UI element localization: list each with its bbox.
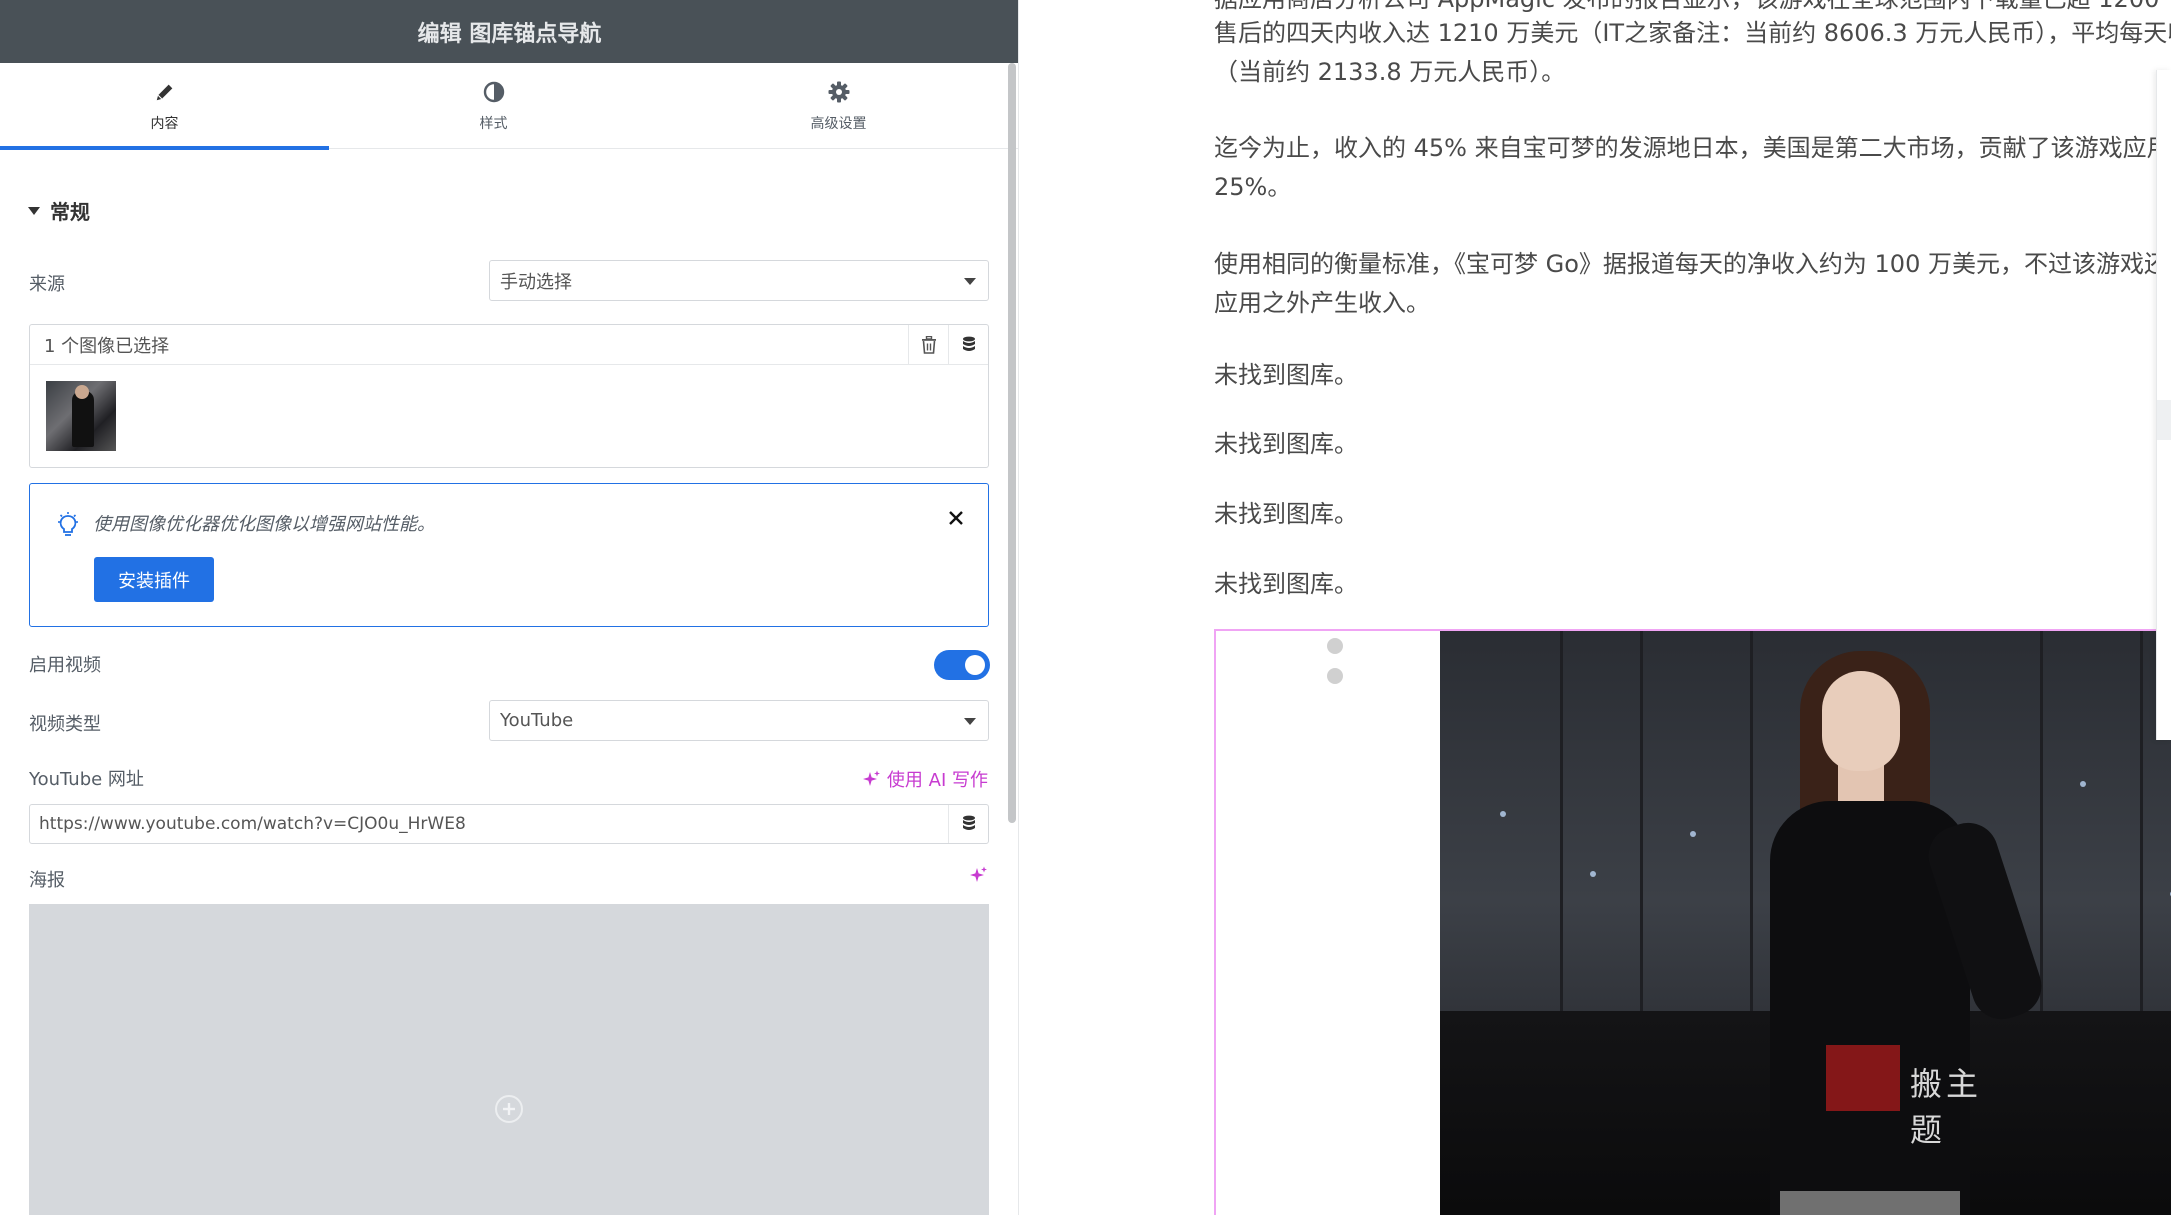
tab-advanced-label: 高级设置 — [810, 116, 867, 132]
close-icon — [949, 511, 963, 525]
panel-scrollbar[interactable] — [1008, 63, 1016, 823]
gallery-photo[interactable]: 搬主题 — [1440, 631, 2171, 1215]
plus-icon — [495, 1095, 523, 1123]
database-icon — [962, 336, 975, 351]
section-general-toggle[interactable]: 常规 — [28, 196, 90, 225]
city-light — [1500, 811, 1506, 817]
notice-close-button[interactable] — [944, 506, 968, 530]
lightbulb-icon — [56, 512, 80, 542]
article-line: 25%。 — [1214, 173, 1292, 201]
database-icon — [962, 815, 975, 830]
gallery-bar: 1 个图像已选择 — [30, 325, 988, 365]
youtube-url-label: YouTube 网址 — [29, 769, 144, 790]
article-line: 使用相同的衡量标准，《宝可梦 Go》据报道每天的净收入约为 100 万美元，不过… — [1214, 250, 2168, 278]
section-title: 常规 — [50, 200, 90, 224]
optimizer-notice: 使用图像优化器优化图像以增强网站性能。 安装插件 — [29, 483, 989, 627]
thumbnail-figure — [72, 391, 94, 447]
watermark: 搬主题 — [1826, 1045, 2002, 1149]
video-type-select[interactable]: YouTube — [489, 700, 989, 741]
trash-icon — [921, 336, 936, 354]
panel-header: 编辑 图库锚点导航 — [0, 0, 1018, 63]
source-select[interactable]: 手动选择 — [489, 260, 989, 301]
youtube-url-input[interactable] — [30, 805, 948, 843]
source-label: 来源 — [29, 274, 65, 295]
contrast-icon — [481, 79, 507, 105]
pencil-icon — [152, 79, 178, 105]
tab-style-label: 样式 — [479, 116, 508, 132]
tab-content[interactable]: 内容 — [0, 63, 329, 150]
gallery-dynamic-tags-button[interactable] — [948, 325, 988, 365]
caret-down-icon — [28, 206, 40, 215]
editor-panel: 编辑 图库锚点导航 内容 样式 高级设置 常规 来源 手动选择 1 个图像已选择… — [0, 0, 1019, 1215]
tab-content-label: 内容 — [150, 116, 179, 132]
tab-advanced[interactable]: 高级设置 — [658, 63, 1018, 149]
gallery-not-found-text: 未找到图库。 — [1214, 361, 1358, 389]
poster-media-picker[interactable] — [29, 904, 989, 1215]
gallery-anchor-widget[interactable]: 搬主题 — [1214, 629, 2171, 1215]
ai-write-label: 使用 AI 写作 — [886, 770, 988, 791]
tab-style[interactable]: 样式 — [329, 63, 658, 149]
poster-label: 海报 — [29, 870, 65, 891]
gallery-not-found-text: 未找到图库。 — [1214, 500, 1358, 528]
anchor-nav-dot[interactable] — [1327, 668, 1343, 684]
anchor-nav-dot[interactable] — [1327, 638, 1343, 654]
video-type-select-value: YouTube — [500, 710, 574, 731]
side-panel-highlight — [2157, 400, 2171, 440]
article-line: 应用之外产生收入。 — [1214, 289, 1430, 317]
page-preview: 据应用商店分析公司 AppMagic 发布的报告显示，该游戏在全球范围内下载量已… — [1020, 0, 2171, 1215]
article-line: 售后的四天内收入达 1210 万美元（IT之家备注：当前约 8606.3 万元人… — [1214, 19, 2171, 47]
ai-write-button[interactable]: 使用 AI 写作 — [862, 766, 988, 792]
city-light — [2080, 781, 2086, 787]
gallery-not-found-text: 未找到图库。 — [1214, 570, 1358, 598]
ai-sparkle-icon — [862, 770, 880, 786]
notice-text: 使用图像优化器优化图像以增强网站性能。 — [93, 514, 435, 535]
enable-video-toggle[interactable] — [934, 650, 990, 680]
video-type-label: 视频类型 — [29, 714, 101, 735]
toggle-knob — [965, 655, 985, 675]
gallery-count: 1 个图像已选择 — [44, 335, 170, 357]
person-dress-hem — [1780, 1191, 1960, 1215]
article-line: （当前约 2133.8 万元人民币）。 — [1214, 58, 1566, 86]
install-plugin-button[interactable]: 安装插件 — [94, 557, 214, 602]
url-dynamic-tags-button[interactable] — [948, 805, 988, 843]
article-line: 迄今为止，收入的 45% 来自宝可梦的发源地日本，美国是第二大市场，贡献了该游戏… — [1214, 134, 2171, 162]
gear-icon — [826, 79, 852, 105]
source-select-value: 手动选择 — [500, 271, 572, 293]
poster-ai-button[interactable] — [970, 866, 988, 888]
gallery-delete-button[interactable] — [908, 325, 948, 365]
youtube-url-field[interactable] — [29, 804, 989, 844]
gallery-thumbnail[interactable] — [46, 381, 116, 451]
thumbnail-head — [75, 385, 89, 399]
right-side-panel-edge[interactable] — [2156, 70, 2171, 740]
city-light — [1590, 871, 1596, 877]
gallery-not-found-text: 未找到图库。 — [1214, 430, 1358, 458]
enable-video-label: 启用视频 — [29, 655, 101, 676]
chevron-down-icon — [964, 278, 976, 285]
chevron-down-icon — [964, 718, 976, 725]
gallery-control: 1 个图像已选择 — [29, 324, 989, 468]
person-face — [1822, 671, 1900, 771]
panel-title: 编辑 图库锚点导航 — [417, 21, 602, 47]
panel-tabs: 内容 样式 高级设置 — [0, 63, 1018, 150]
ai-sparkle-icon — [970, 866, 987, 882]
watermark-seal — [1826, 1045, 1900, 1111]
watermark-text: 搬主题 — [1910, 1065, 1983, 1149]
city-light — [1690, 831, 1696, 837]
